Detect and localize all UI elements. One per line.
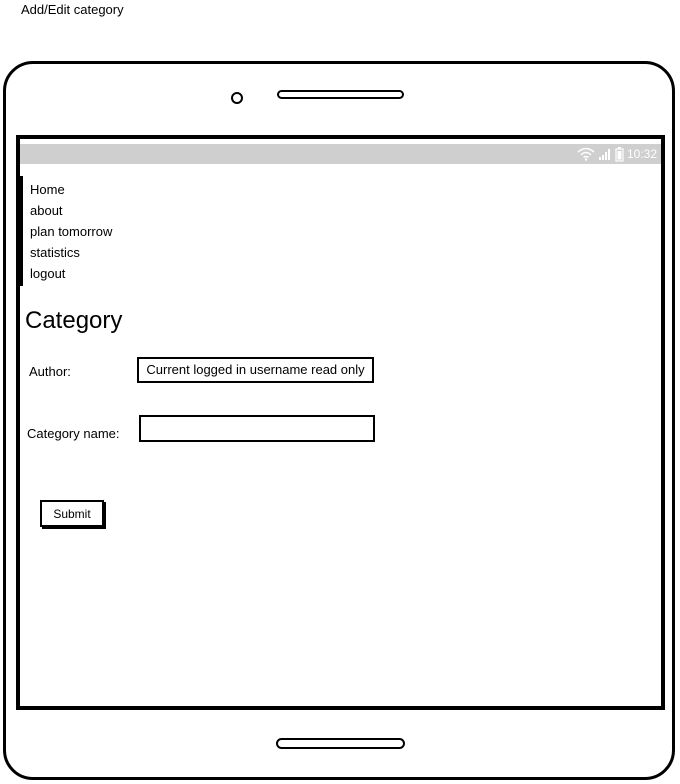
nav-item-plan-tomorrow[interactable]: plan tomorrow — [23, 221, 143, 242]
wifi-icon — [577, 147, 595, 161]
author-field: Current logged in username read only — [137, 357, 374, 383]
speaker-grille — [277, 90, 404, 99]
signal-icon — [598, 149, 610, 160]
category-name-label: Category name: — [27, 426, 120, 441]
nav-item-home[interactable]: Home — [23, 179, 143, 200]
nav-item-statistics[interactable]: statistics — [23, 242, 143, 263]
battery-icon — [615, 146, 624, 162]
nav-item-logout[interactable]: logout — [23, 263, 143, 284]
submit-button[interactable]: Submit — [40, 500, 104, 527]
page-caption: Add/Edit category — [21, 2, 124, 17]
nav-menu: Home about plan tomorrow statistics logo… — [20, 176, 143, 286]
home-button[interactable] — [276, 738, 405, 749]
status-time: 10:32 — [626, 147, 657, 161]
nav-item-about[interactable]: about — [23, 200, 143, 221]
category-name-input[interactable] — [139, 415, 375, 442]
author-label: Author: — [29, 364, 71, 379]
status-icons: 10:32 — [577, 145, 657, 163]
device-screen: 10:32 Home about plan tomorrow statistic… — [16, 135, 665, 710]
page-title: Category — [25, 307, 123, 334]
camera-icon — [231, 92, 243, 104]
status-bar: 10:32 — [20, 144, 661, 164]
